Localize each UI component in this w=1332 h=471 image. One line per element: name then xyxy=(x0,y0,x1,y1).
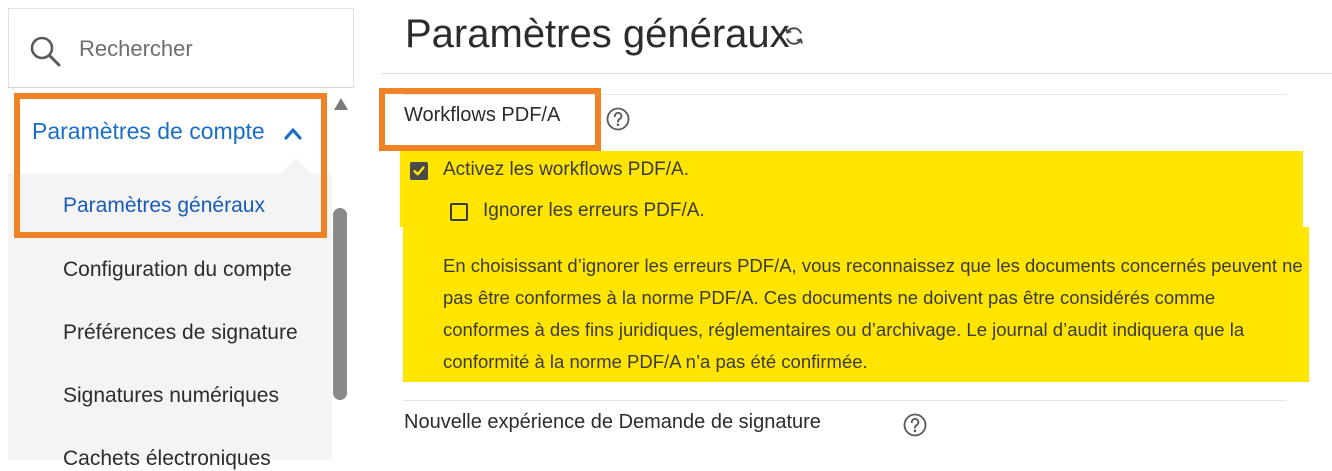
search-icon[interactable] xyxy=(27,33,63,69)
sidebar-section-label: Paramètres de compte xyxy=(32,118,265,144)
checkmark-icon xyxy=(413,166,425,176)
sidebar-item-digital-signatures[interactable]: Signatures numériques xyxy=(63,384,279,408)
search-box[interactable] xyxy=(8,8,354,88)
section-title-new-signature-request: Nouvelle expérience de Demande de signat… xyxy=(404,411,821,433)
sidebar-section-account-settings[interactable]: Paramètres de compte xyxy=(8,88,332,174)
enable-pdfa-checkbox[interactable] xyxy=(410,162,428,180)
ignore-pdfa-errors-label[interactable]: Ignorer les erreurs PDF/A. xyxy=(483,200,705,222)
chevron-up-icon[interactable] xyxy=(284,126,302,140)
sidebar-item-general-settings[interactable]: Paramètres généraux xyxy=(63,194,265,218)
help-icon[interactable] xyxy=(605,106,631,132)
pdfa-description: En choisissant d’ignorer les erreurs PDF… xyxy=(443,255,1303,372)
sidebar-items: Paramètres généraux Configuration du com… xyxy=(8,174,332,470)
sidebar-item-account-configuration[interactable]: Configuration du compte xyxy=(63,258,292,282)
search-input[interactable] xyxy=(79,31,339,67)
sidebar-item-signature-preferences[interactable]: Préférences de signature xyxy=(63,321,298,345)
active-pointer xyxy=(280,158,312,174)
section-title-pdfa: Workflows PDF/A xyxy=(404,104,561,126)
scroll-up-arrow-icon[interactable] xyxy=(334,98,348,110)
sidebar-item-electronic-seals[interactable]: Cachets électroniques xyxy=(63,447,271,471)
enable-pdfa-label[interactable]: Activez les workflows PDF/A. xyxy=(443,159,689,181)
sidebar-scrollbar[interactable] xyxy=(332,96,350,460)
section-divider xyxy=(403,400,1287,401)
help-icon[interactable] xyxy=(902,412,928,438)
scrollbar-thumb[interactable] xyxy=(333,208,347,400)
page-title: Paramètres généraux xyxy=(405,12,790,56)
section-divider xyxy=(403,94,1287,95)
sidebar-nav: Paramètres de compte Paramètres généraux… xyxy=(8,88,332,470)
refresh-icon[interactable] xyxy=(782,24,806,48)
header-divider xyxy=(381,73,1332,74)
sidebar: Paramètres de compte Paramètres généraux… xyxy=(0,0,370,470)
ignore-pdfa-errors-checkbox[interactable] xyxy=(450,203,468,221)
